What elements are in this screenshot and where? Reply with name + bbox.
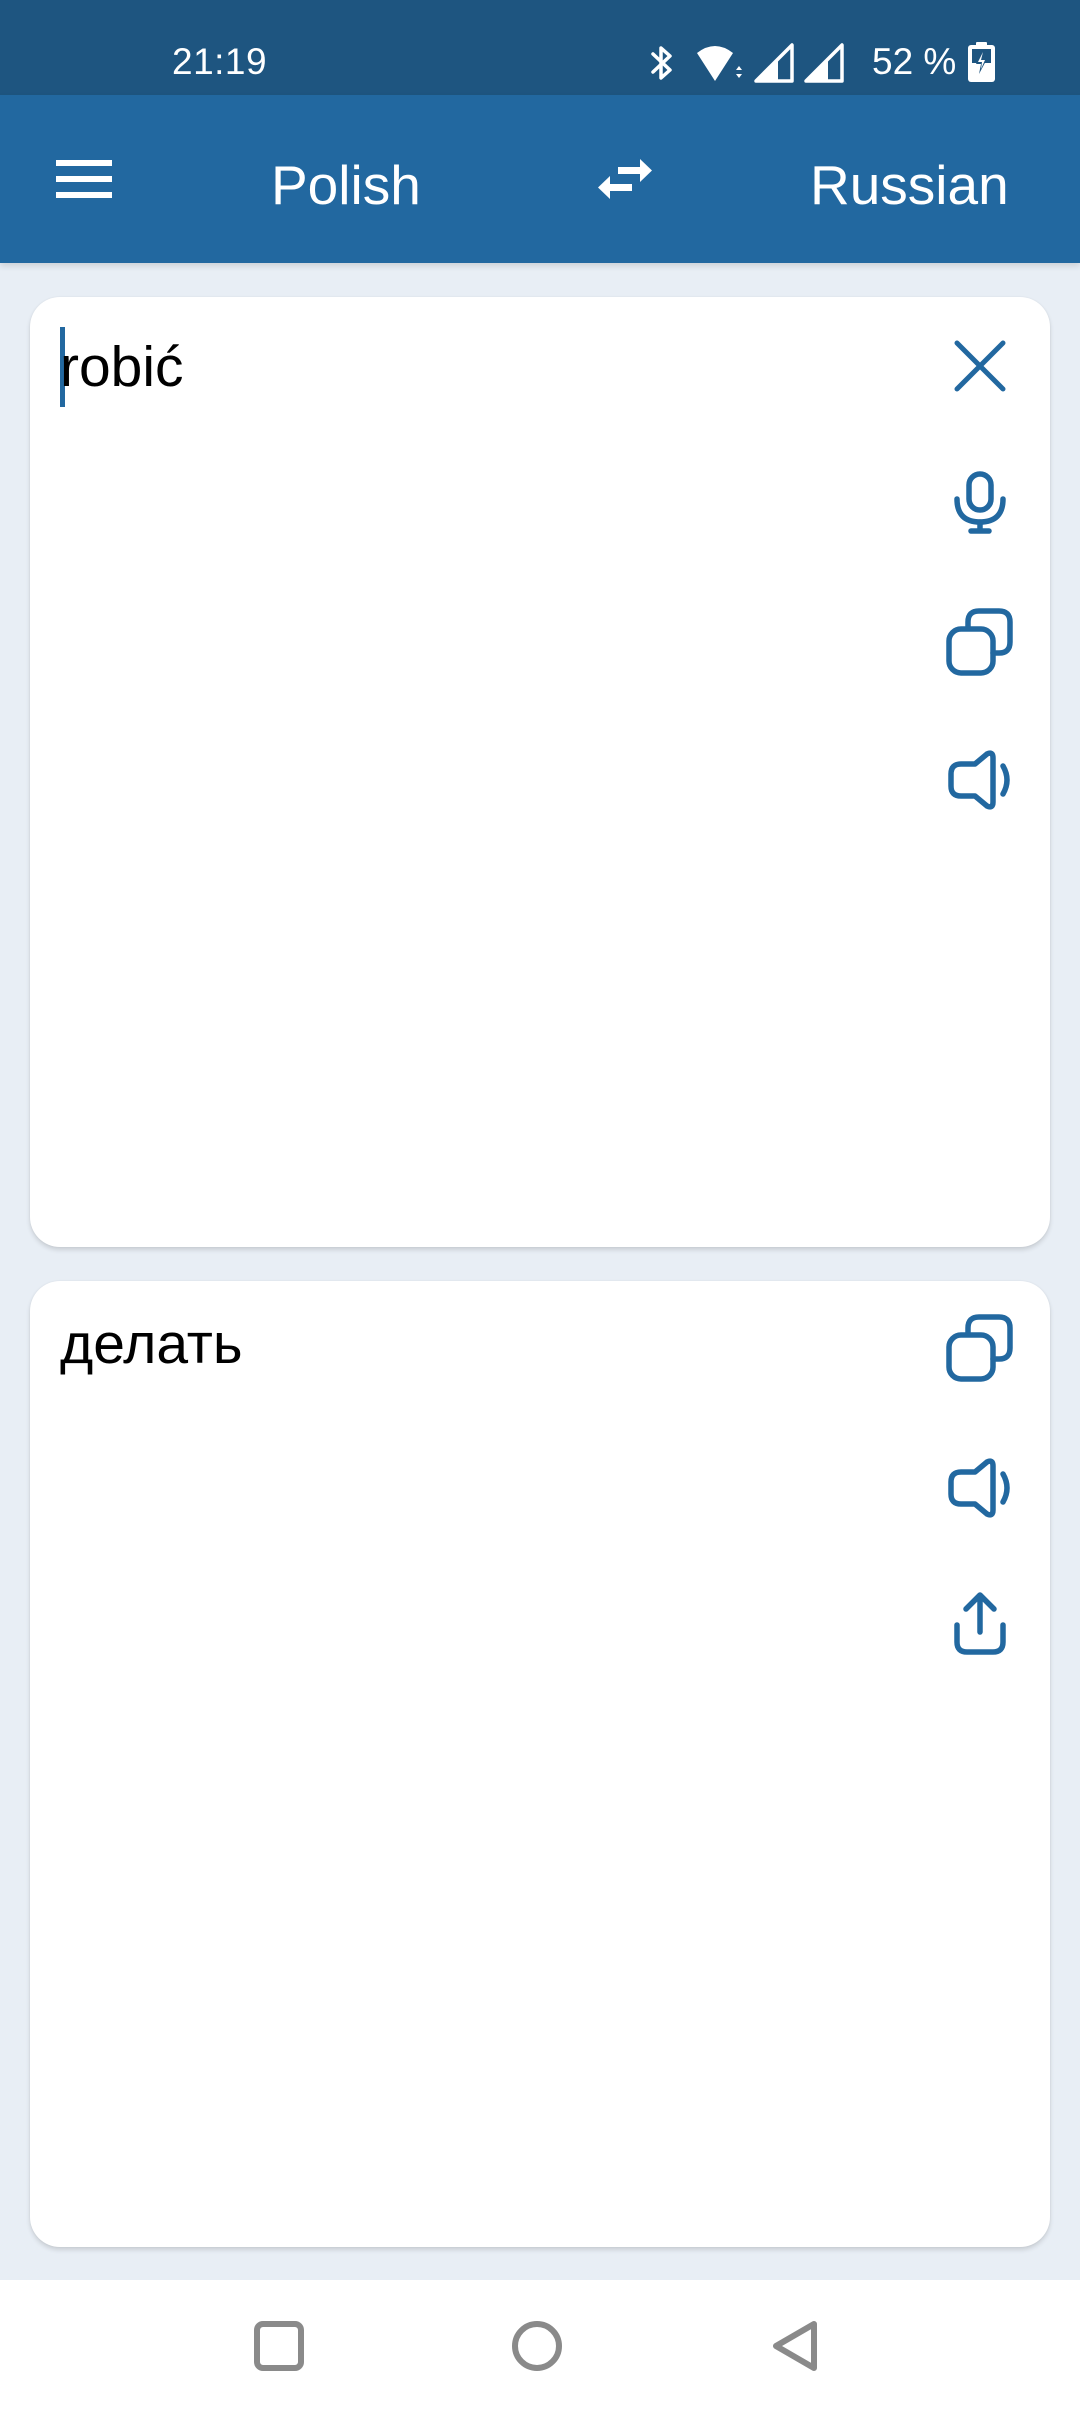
voice-input-button[interactable] [940, 463, 1020, 543]
home-button[interactable] [489, 2298, 585, 2394]
copy-icon [946, 608, 1013, 676]
signal-icon [754, 43, 794, 83]
hamburger-menu-icon[interactable] [56, 160, 112, 198]
signal-icon [804, 43, 844, 83]
battery-percent: 52 % [872, 41, 957, 82]
bluetooth-icon [651, 46, 672, 80]
translation-text: делать [60, 1312, 243, 1376]
copy-source-button[interactable] [940, 602, 1020, 682]
system-navigation-bar [0, 2280, 1080, 2412]
home-circle-icon [512, 2321, 562, 2371]
source-text-input[interactable]: robić [30, 297, 930, 1247]
translation-card: делать [30, 1281, 1050, 2247]
wifi-icon [697, 46, 742, 81]
speak-source-button[interactable] [940, 740, 1020, 820]
back-triangle-icon [773, 2321, 817, 2371]
share-translation-button[interactable] [940, 1583, 1020, 1663]
speak-translation-button[interactable] [940, 1448, 1020, 1528]
source-text-value: robić [60, 335, 184, 399]
target-language-selector[interactable]: Russian [810, 153, 1009, 217]
copy-icon [946, 1314, 1013, 1382]
speaker-icon [948, 1458, 1010, 1518]
copy-translation-button[interactable] [940, 1308, 1020, 1388]
back-button[interactable] [747, 2298, 843, 2394]
battery-charging-icon [968, 42, 995, 82]
recents-button[interactable] [231, 2298, 327, 2394]
status-time: 21:19 [172, 41, 268, 82]
speaker-icon [948, 750, 1010, 810]
share-icon [954, 1592, 1006, 1655]
swap-arrows-icon [598, 159, 652, 199]
source-language-selector[interactable]: Polish [271, 153, 421, 217]
source-text-card: robić [30, 297, 1050, 1247]
close-icon [954, 340, 1006, 392]
clear-button[interactable] [940, 326, 1020, 406]
status-bar: 21:19 52 % [0, 0, 1080, 95]
recents-square-icon [254, 2321, 304, 2371]
swap-languages-button[interactable] [596, 157, 654, 201]
microphone-icon [954, 471, 1006, 534]
app-header: Polish Russian [0, 95, 1080, 263]
